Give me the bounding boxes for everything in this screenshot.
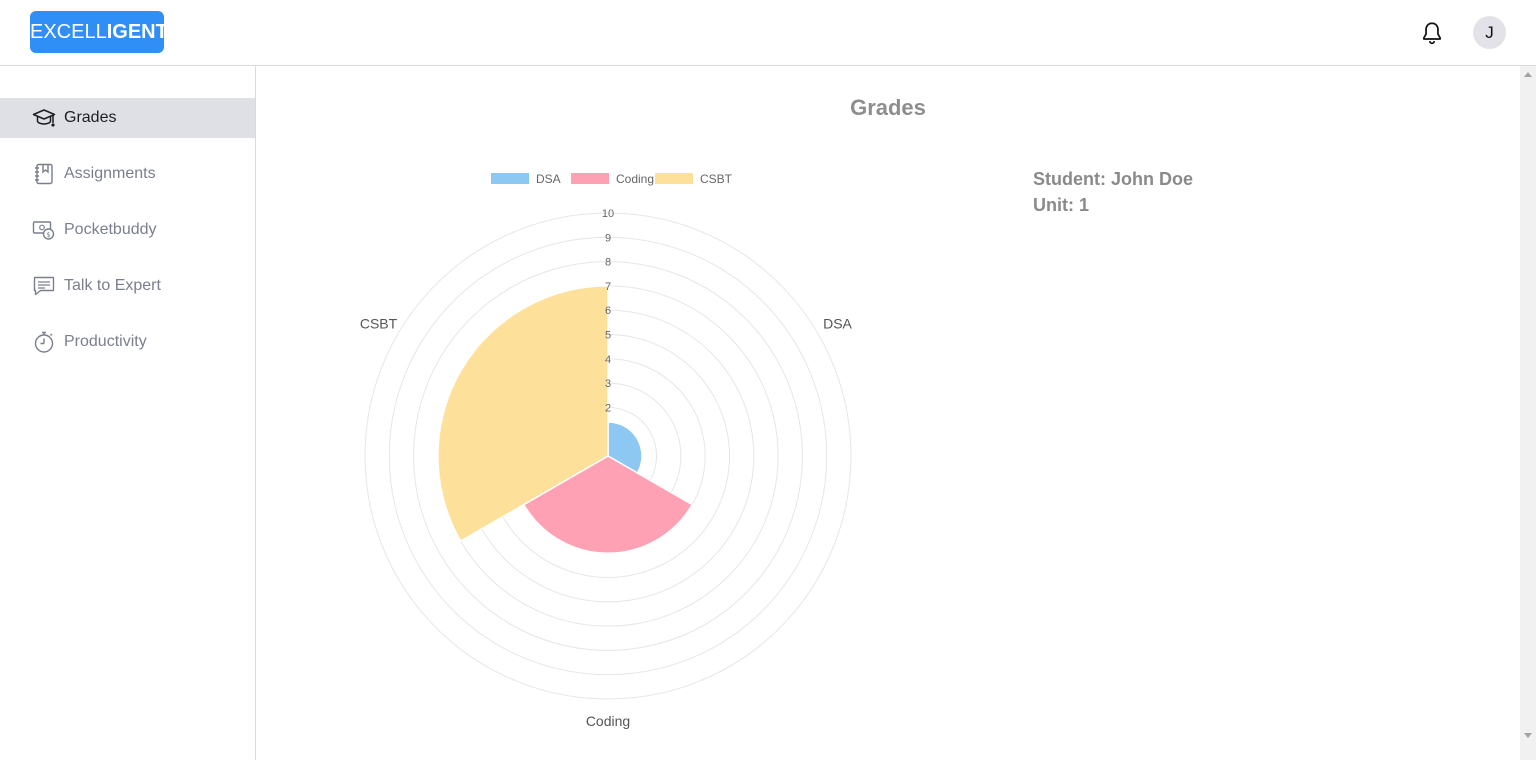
notebook-icon [32,162,56,186]
tick-label: 5 [605,330,611,342]
sidebar-item-pocketbuddy[interactable]: $ Pocketbuddy [0,210,255,250]
tick-label: 7 [605,281,611,293]
tick-label: 2 [605,402,611,414]
main-content: Grades 2 3 4 5 6 7 8 9 10 DSA Coding CSBT DSA Coding C… [256,66,1520,760]
legend-swatch [655,173,693,184]
bell-icon[interactable] [1419,20,1445,46]
page-title: Grades [850,95,926,120]
sidebar-item-label: Productivity [64,333,147,350]
svg-text:$: $ [46,231,50,239]
scroll-down-arrow-icon[interactable] [1524,733,1532,738]
logo-text-light: EXCELL [30,21,107,43]
stopwatch-icon [32,330,56,354]
category-label: CSBT [360,316,398,332]
sidebar-item-label: Pocketbuddy [64,221,157,238]
sidebar-item-label: Assignments [64,165,156,182]
logo-text-bold: IGENT [106,21,168,43]
legend-label: CSBT [700,172,733,186]
category-label: Coding [586,713,630,729]
student-info: Student: John Doe Unit: 1 [1033,166,1193,218]
legend-swatch [491,173,529,184]
scroll-up-arrow-icon[interactable] [1524,72,1532,77]
tick-label: 8 [605,257,611,269]
logo[interactable]: EXCELLIGENT [30,11,168,53]
top-bar: EXCELLIGENT J [0,0,1536,66]
tick-label: 4 [605,354,611,366]
sidebar-item-label: Grades [64,109,117,126]
polar-chart-svg: 2 3 4 5 6 7 8 9 10 DSA Coding CSBT DSA Coding CSBT [360,172,853,729]
unit-label: Unit: 1 [1033,195,1089,215]
sidebar-item-assignments[interactable]: Assignments [0,154,255,194]
legend-label: DSA [536,172,561,186]
grades-polar-chart: 2 3 4 5 6 7 8 9 10 DSA Coding CSBT DSA Coding CSBT [316,161,900,741]
sidebar-item-grades[interactable]: Grades [0,98,255,138]
tick-label: 9 [605,232,611,244]
sidebar-item-productivity[interactable]: Productivity [0,322,255,362]
student-name: Student: John Doe [1033,169,1193,189]
sidebar: Grades Assignments $ Pocketbuddy Talk to… [0,66,256,760]
sidebar-item-label: Talk to Expert [64,277,161,294]
tick-label: 6 [605,305,611,317]
chat-icon [32,274,56,298]
avatar[interactable]: J [1473,16,1506,49]
tick-label: 10 [602,208,614,220]
category-label: DSA [823,316,852,332]
scrollbar[interactable] [1520,66,1536,760]
tick-label: 3 [605,378,611,390]
money-icon: $ [32,218,56,242]
legend-label: Coding [616,172,654,186]
sidebar-item-talk-to-expert[interactable]: Talk to Expert [0,266,255,306]
legend-swatch [571,173,609,184]
graduation-cap-icon [32,106,56,130]
